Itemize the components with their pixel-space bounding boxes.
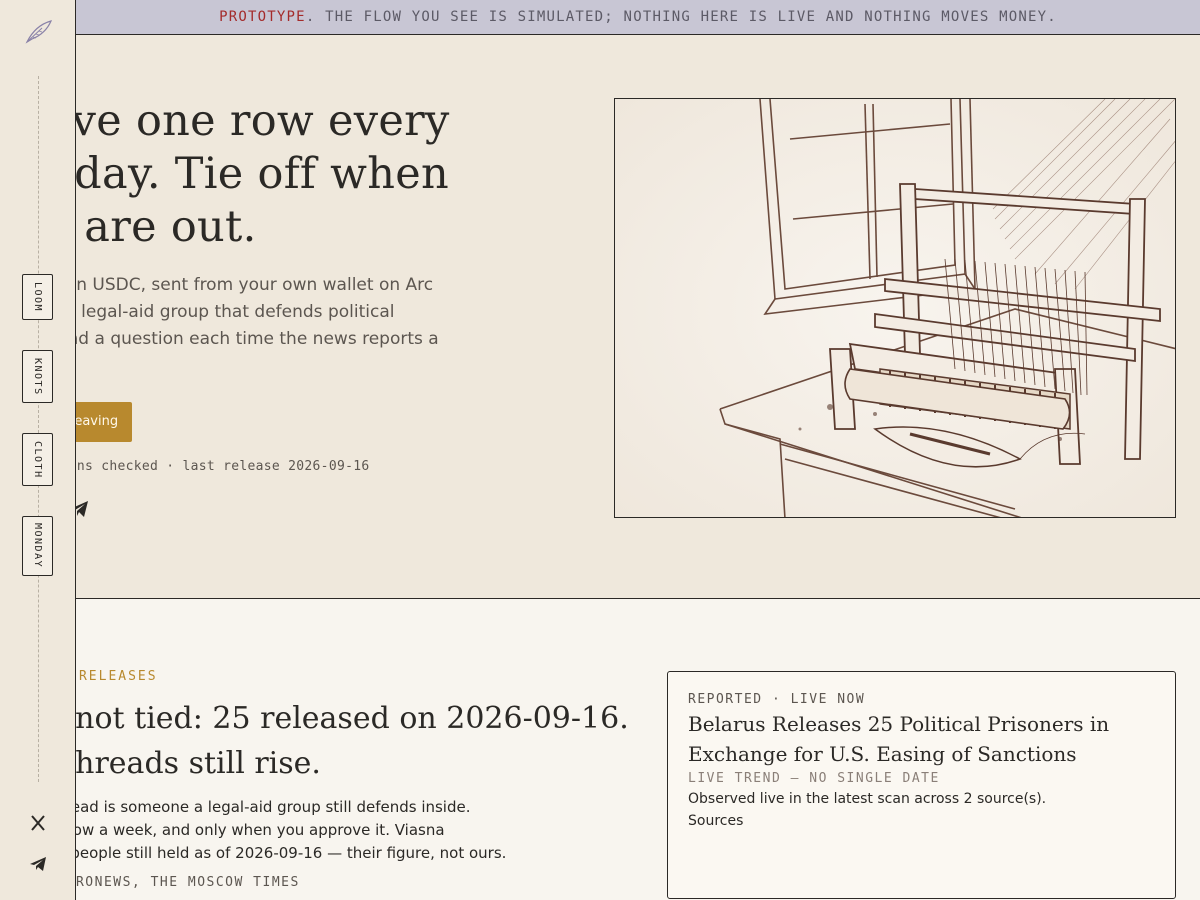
sidebar-item-knots[interactable]: KNOTS — [22, 350, 53, 403]
sidebar-item-label: KNOTS — [32, 357, 43, 396]
hero-lead-line: nt to a legal-aid group that defends pol… — [20, 302, 395, 322]
section-kicker: ORTED RELEASES — [20, 669, 158, 684]
hero-title-line: eave one row every — [20, 96, 450, 146]
sidebar-item-monday[interactable]: MONDAY — [22, 516, 53, 576]
sidebar-item-label: LOOM — [32, 281, 43, 313]
sidebar-item-loom[interactable]: LOOM — [22, 274, 53, 320]
live-report-card: REPORTED · LIVE NOW Belarus Releases 25 … — [667, 671, 1176, 899]
hero-lead: ollars in USDC, sent from your own walle… — [20, 272, 490, 380]
releases-body: arp thread is someone a legal-aid group … — [20, 796, 580, 865]
prototype-tag: PROTOTYPE — [219, 9, 306, 25]
sidebar-item-label: CLOTH — [32, 440, 43, 479]
telegram-icon[interactable] — [27, 853, 49, 875]
releases-summary: ORTED RELEASES st knot tied: 25 released… — [20, 669, 650, 890]
hero-section: eave one row every onday. Tie off when e… — [0, 35, 1200, 599]
hero-lead-line: ollars in USDC, sent from your own walle… — [20, 275, 434, 295]
sidebar-item-cloth[interactable]: CLOTH — [22, 433, 53, 486]
card-title[interactable]: Belarus Releases 25 Political Prisoners … — [688, 709, 1155, 769]
hero-meta: nisations checked · last release 2026-09… — [20, 459, 370, 474]
hero-title: eave one row every onday. Tie off when e… — [20, 95, 580, 254]
prototype-banner: PROTOTYPE. THE FLOW YOU SEE IS SIMULATED… — [76, 0, 1200, 35]
x-icon[interactable] — [27, 812, 49, 834]
card-trend: LIVE TREND — NO SINGLE DATE — [688, 771, 940, 786]
loom-illustration — [614, 98, 1176, 518]
card-kicker: REPORTED · LIVE NOW — [688, 692, 866, 707]
hero-title-line: onday. Tie off when — [20, 149, 449, 199]
sidebar-rail — [38, 76, 39, 782]
quill-logo-icon[interactable] — [24, 18, 54, 46]
hero-text: eave one row every onday. Tie off when e… — [0, 95, 580, 524]
sidebar-item-label: MONDAY — [32, 523, 43, 569]
banner-text: . THE FLOW YOU SEE IS SIMULATED; NOTHING… — [305, 9, 1057, 25]
body-line: d one row a week, and only when you appr… — [20, 821, 445, 839]
reported-releases-section: ORTED RELEASES st knot tied: 25 released… — [0, 599, 1200, 900]
releases-title: st knot tied: 25 released on 2026-09-16.… — [20, 696, 650, 786]
loom-sketch-icon — [615, 99, 1175, 517]
body-line: arp thread is someone a legal-aid group … — [20, 798, 471, 816]
body-line: people still held as of 2026-09-16 — the… — [65, 844, 507, 862]
sidebar: LOOM KNOTS CLOTH MONDAY — [0, 0, 76, 900]
sources-toggle[interactable]: Sources — [688, 810, 1155, 832]
sources-line: ES: EURONEWS, THE MOSCOW TIMES — [20, 875, 300, 890]
hero-lead-line: ers, and a question each time the news r… — [20, 329, 439, 349]
card-note: Observed live in the latest scan across … — [688, 791, 1047, 807]
releases-title-line: st knot tied: 25 released on 2026-09-16. — [20, 701, 629, 736]
